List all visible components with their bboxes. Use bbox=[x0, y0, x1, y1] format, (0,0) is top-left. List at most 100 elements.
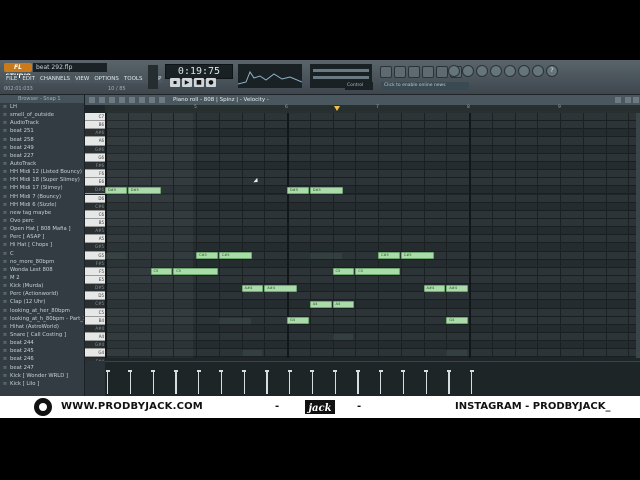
browser-item[interactable]: ≡ Open Hat [ 808 Mafia ] bbox=[0, 225, 84, 233]
event-selector[interactable] bbox=[85, 361, 105, 396]
piano-key[interactable]: D#5 bbox=[85, 284, 105, 293]
velocity-bar[interactable] bbox=[127, 370, 134, 394]
piano-key[interactable]: F#6 bbox=[85, 161, 105, 171]
piano-keyboard[interactable]: C7 B6 A#6 A6 G#6 G6 F#6 F6 E6 D#6 D6 C#6 C6 B5 A#5 A5 G#… bbox=[85, 113, 105, 396]
velocity-bar[interactable] bbox=[218, 370, 225, 394]
browser-item[interactable]: ≡ HH Midi 6 (Sizzle) bbox=[0, 201, 84, 209]
midi-note[interactable]: C5 bbox=[150, 268, 173, 276]
piano-key[interactable]: F5 bbox=[85, 267, 105, 276]
piano-key[interactable]: A5 bbox=[85, 235, 105, 244]
velocity-bar[interactable] bbox=[377, 370, 384, 394]
browser-item[interactable]: ≡ Clap (12 Uhr) bbox=[0, 298, 84, 306]
browser-item[interactable]: ≡ beat 258 bbox=[0, 136, 84, 144]
midi-note[interactable]: A4 bbox=[309, 300, 332, 308]
velocity-bar[interactable] bbox=[309, 370, 316, 394]
toolbar-round-icon[interactable] bbox=[448, 65, 460, 77]
velocity-bar[interactable] bbox=[446, 370, 452, 394]
browser-item[interactable]: ≡ C bbox=[0, 250, 84, 258]
midi-note[interactable]: A#4 bbox=[423, 284, 446, 292]
midi-note[interactable]: A#4 bbox=[446, 284, 468, 292]
close-icon[interactable] bbox=[633, 97, 639, 103]
delete-icon[interactable] bbox=[129, 97, 135, 103]
browser-item[interactable]: ≡ beat 249 bbox=[0, 144, 84, 152]
browser-item[interactable]: ≡ Kick [ Wonder WRLD ] bbox=[0, 372, 84, 380]
midi-note[interactable]: D#5 bbox=[127, 186, 161, 194]
playlist-icon[interactable] bbox=[380, 66, 392, 78]
browser-item[interactable]: ≡ Hihat (AstroWorld) bbox=[0, 323, 84, 331]
piano-key[interactable]: C5 bbox=[85, 308, 105, 317]
browser-item[interactable]: ≡ beat 227 bbox=[0, 152, 84, 160]
browser-item[interactable]: ≡ beat 245 bbox=[0, 347, 84, 355]
piano-key[interactable]: G6 bbox=[85, 153, 105, 162]
piano-key[interactable]: C7 bbox=[85, 113, 105, 122]
velocity-bar[interactable] bbox=[423, 370, 429, 394]
browser-item[interactable]: ≡ AutoTrack bbox=[0, 160, 84, 168]
browser-item[interactable]: ≡ smell_of_outside bbox=[0, 111, 84, 119]
velocity-bar[interactable] bbox=[195, 370, 202, 394]
piano-key[interactable]: C#5 bbox=[85, 300, 105, 309]
piano-key[interactable]: F#5 bbox=[85, 259, 105, 268]
piano-key[interactable]: F6 bbox=[85, 170, 105, 179]
piano-key[interactable]: B6 bbox=[85, 121, 105, 130]
play-button[interactable]: ▶ bbox=[182, 78, 192, 87]
velocity-bar[interactable] bbox=[468, 370, 475, 394]
zoom-icon[interactable] bbox=[159, 97, 165, 103]
piano-key[interactable]: G#6 bbox=[85, 145, 105, 154]
browser-item[interactable]: ≡ HH Midi 7 (Bouncy) bbox=[0, 193, 84, 201]
help-icon[interactable]: ? bbox=[546, 65, 558, 77]
midi-note[interactable]: C#5 bbox=[196, 252, 218, 260]
piano-key[interactable]: B4 bbox=[85, 316, 105, 325]
browser-item[interactable]: ≡ Wonda Lest 808 bbox=[0, 266, 84, 274]
menu-item[interactable]: OPTIONS bbox=[92, 75, 121, 83]
vertical-scrollbar[interactable] bbox=[636, 113, 640, 358]
midi-note[interactable]: C#5 bbox=[218, 252, 252, 260]
pattern-selector[interactable]: Control bbox=[345, 82, 373, 90]
piano-key[interactable]: G5 bbox=[85, 251, 105, 260]
browser-item[interactable]: ≡ Perc [ ASAP ] bbox=[0, 233, 84, 241]
velocity-bar[interactable] bbox=[241, 370, 247, 394]
playhead-marker-icon[interactable] bbox=[334, 106, 340, 111]
midi-note[interactable]: C#5 bbox=[378, 252, 400, 260]
piano-key[interactable]: A#6 bbox=[85, 129, 105, 138]
toolbar-round-icon[interactable] bbox=[462, 65, 474, 77]
pencil-icon[interactable] bbox=[109, 97, 115, 103]
toolbar-round-icon[interactable] bbox=[476, 65, 488, 77]
record-button[interactable]: ● bbox=[206, 78, 216, 87]
browser-item[interactable]: ≡ HH Midi 12 (Listed Bouncy) bbox=[0, 168, 84, 176]
maximize-icon[interactable] bbox=[625, 97, 631, 103]
stop-button[interactable]: ■ bbox=[194, 78, 204, 87]
velocity-bar[interactable] bbox=[355, 370, 361, 394]
browser-item[interactable]: ≡ looking_at_h_80bpm - Part_1 bbox=[0, 315, 84, 323]
browser-item[interactable]: ≡ M 2 bbox=[0, 274, 84, 282]
piano-key[interactable]: G#4 bbox=[85, 341, 105, 350]
velocity-bar[interactable] bbox=[332, 370, 338, 394]
select-icon[interactable] bbox=[149, 97, 155, 103]
midi-note[interactable]: A4 bbox=[332, 300, 355, 308]
browser-item[interactable]: ≡ beat 251 bbox=[0, 127, 84, 135]
channel-rack-icon[interactable] bbox=[408, 66, 420, 78]
minimize-icon[interactable] bbox=[615, 97, 621, 103]
browser-item[interactable]: ≡ beat 246 bbox=[0, 355, 84, 363]
velocity-bar[interactable] bbox=[400, 370, 407, 394]
midi-note[interactable]: G4 bbox=[446, 317, 468, 325]
menu-item[interactable]: TOOLS bbox=[121, 75, 145, 83]
midi-note[interactable]: D#5 bbox=[287, 186, 309, 194]
browser-item[interactable]: ≡ Perc (Actionworld) bbox=[0, 290, 84, 298]
menu-item[interactable]: EDIT bbox=[20, 75, 38, 83]
piano-key[interactable]: A6 bbox=[85, 137, 105, 146]
piano-key[interactable]: B5 bbox=[85, 218, 105, 228]
browser-item[interactable]: ≡ HH Midi 18 (Super Slimey) bbox=[0, 176, 84, 184]
browser-item[interactable]: ≡ Hi Hat [ Chops ] bbox=[0, 241, 84, 249]
piano-key[interactable]: D#6 bbox=[85, 186, 105, 195]
mixer-icon[interactable] bbox=[422, 66, 434, 78]
brush-icon[interactable] bbox=[119, 97, 125, 103]
midi-note[interactable]: C5 bbox=[332, 268, 355, 276]
browser-item[interactable]: ≡ HH Midi 17 (Slimey) bbox=[0, 184, 84, 192]
piano-key[interactable]: G4 bbox=[85, 349, 105, 358]
midi-note[interactable]: A#4 bbox=[241, 284, 264, 292]
time-display[interactable]: 0:19:75 bbox=[165, 64, 233, 79]
piano-roll-icon[interactable] bbox=[394, 66, 406, 78]
menu-icon[interactable] bbox=[89, 97, 95, 103]
piano-key[interactable]: A#5 bbox=[85, 227, 105, 236]
midi-note[interactable]: C#5 bbox=[400, 252, 434, 260]
